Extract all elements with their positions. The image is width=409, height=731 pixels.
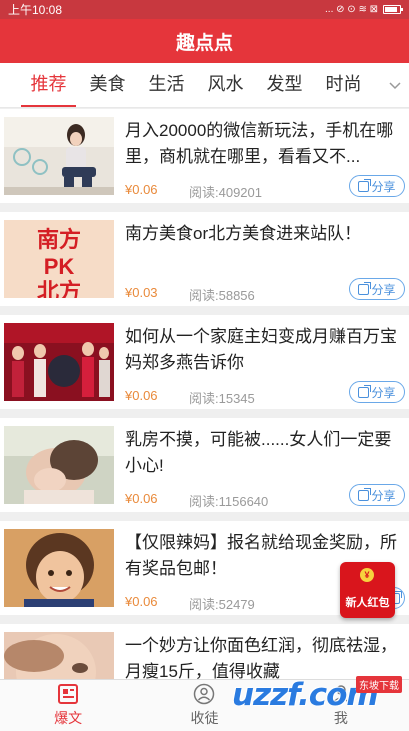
article-title[interactable]: 南方美食or北方美食进来站队！ bbox=[125, 221, 397, 247]
article-title[interactable]: 月入20000的微信新玩法，手机在哪里，商机就在哪里，看看又不... bbox=[125, 118, 397, 170]
share-button[interactable]: 分享 bbox=[349, 381, 405, 403]
share-button[interactable]: 分享 bbox=[349, 278, 405, 300]
article-card[interactable]: 如何从一个家庭主妇变成月赚百万宝妈郑多燕告诉你 ¥0.06 阅读:15345 分… bbox=[0, 315, 409, 409]
article-thumbnail bbox=[4, 529, 114, 607]
tabs-more-button[interactable] bbox=[369, 63, 409, 107]
new-user-red-packet-button[interactable]: ¥ 新人红包 bbox=[340, 562, 395, 618]
status-bar: 上午10:08 ... ⊘ ⊙ ≋ ⊠ bbox=[0, 0, 409, 19]
thumbnail-text-south: 南方 bbox=[36, 227, 81, 252]
app-title-bar: 趣点点 bbox=[0, 19, 409, 63]
share-icon bbox=[358, 487, 372, 501]
thumbnail-text-pk: PK bbox=[43, 254, 75, 279]
tab-food[interactable]: 美食 bbox=[78, 63, 137, 107]
site-watermark: uzzf.com 东坡下载 bbox=[232, 669, 402, 721]
article-read-count: 阅读:1156640 bbox=[189, 494, 269, 509]
article-thumbnail bbox=[4, 632, 114, 679]
article-reward: ¥0.06 bbox=[125, 594, 158, 609]
status-time: 上午10:08 bbox=[8, 3, 63, 17]
article-reward: ¥0.06 bbox=[125, 388, 158, 403]
article-thumbnail bbox=[4, 323, 114, 401]
tab-recommend[interactable]: 推荐 bbox=[19, 63, 78, 107]
article-reward: ¥0.06 bbox=[125, 182, 158, 197]
article-read-count: 阅读:409201 bbox=[189, 185, 262, 200]
article-read-count: 阅读:58856 bbox=[189, 288, 255, 303]
thumbnail-text-north: 北方 bbox=[36, 279, 81, 298]
watermark-tag: 东坡下载 bbox=[356, 676, 402, 693]
article-read-count: 阅读:52479 bbox=[189, 597, 255, 612]
article-card[interactable]: 月入20000的微信新玩法，手机在哪里，商机就在哪里，看看又不... ¥0.06… bbox=[0, 109, 409, 203]
status-indicators: ... ⊘ ⊙ ≋ ⊠ bbox=[325, 4, 378, 15]
share-icon bbox=[358, 281, 372, 295]
share-label: 分享 bbox=[371, 385, 396, 400]
red-packet-label: 新人红包 bbox=[345, 597, 390, 609]
share-label: 分享 bbox=[371, 179, 396, 194]
share-label: 分享 bbox=[371, 488, 396, 503]
chevron-down-icon bbox=[389, 81, 401, 89]
article-thumbnail bbox=[4, 117, 114, 195]
person-icon bbox=[194, 683, 215, 705]
article-reward: ¥0.06 bbox=[125, 491, 158, 506]
article-reward: ¥0.03 bbox=[125, 285, 158, 300]
coin-icon: ¥ bbox=[360, 568, 374, 582]
tab-fashion[interactable]: 时尚 bbox=[314, 63, 373, 107]
share-button[interactable]: 分享 bbox=[349, 484, 405, 506]
category-tabs: 推荐 美食 生活 风水 发型 时尚 bbox=[0, 63, 409, 108]
article-thumbnail bbox=[4, 426, 114, 504]
status-icons: ... ⊘ ⊙ ≋ ⊠ bbox=[325, 4, 403, 15]
battery-icon bbox=[383, 5, 403, 14]
tab-hairstyle[interactable]: 发型 bbox=[255, 63, 314, 107]
article-thumbnail: 南方 PK 北方 bbox=[4, 220, 114, 298]
nav-label-hot: 爆文 bbox=[54, 710, 83, 726]
share-button[interactable]: 分享 bbox=[349, 175, 405, 197]
news-icon bbox=[58, 684, 79, 704]
article-read-count: 阅读:15345 bbox=[189, 391, 255, 406]
nav-label-recruit: 收徒 bbox=[190, 710, 219, 726]
article-card[interactable]: 乳房不摸，可能被......女人们一定要小心! ¥0.06 阅读:1156640… bbox=[0, 418, 409, 512]
article-title[interactable]: 如何从一个家庭主妇变成月赚百万宝妈郑多燕告诉你 bbox=[125, 324, 397, 376]
tab-fengshui[interactable]: 风水 bbox=[196, 63, 255, 107]
app-title: 趣点点 bbox=[175, 32, 233, 54]
share-label: 分享 bbox=[371, 282, 396, 297]
share-icon bbox=[358, 178, 372, 192]
article-title[interactable]: 乳房不摸，可能被......女人们一定要小心! bbox=[125, 427, 397, 479]
tab-life[interactable]: 生活 bbox=[137, 63, 196, 107]
share-icon bbox=[358, 384, 372, 398]
nav-hot-articles[interactable]: 爆文 bbox=[0, 680, 136, 731]
article-card[interactable]: 南方 PK 北方 南方美食or北方美食进来站队！ ¥0.03 阅读:58856 … bbox=[0, 212, 409, 306]
